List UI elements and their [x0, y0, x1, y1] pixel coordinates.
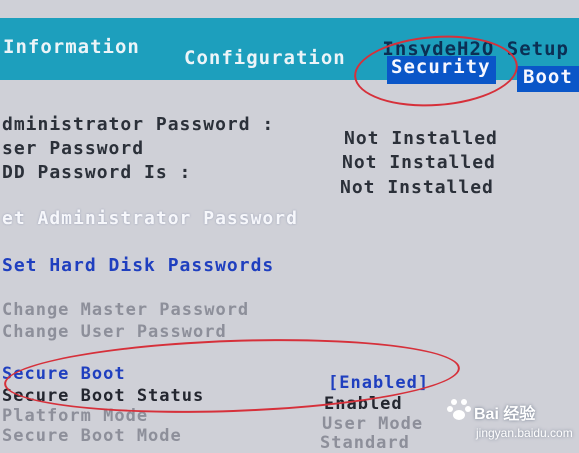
change-user-password-item: Change User Password	[2, 322, 227, 342]
secure-boot-mode-label: Secure Boot Mode	[2, 426, 182, 446]
platform-mode-value: User Mode	[322, 414, 424, 434]
admin-password-label: dministrator Password :	[2, 114, 275, 135]
user-password-label: ser Password	[2, 138, 145, 159]
hdd-password-label: DD Password Is :	[2, 162, 192, 183]
watermark-url: jingyan.baidu.com	[476, 426, 573, 440]
change-master-password-item: Change Master Password	[2, 300, 250, 320]
baidu-watermark: Bai 经验 jingyan.baidu.com	[446, 396, 576, 450]
user-password-value: Not Installed	[342, 152, 496, 173]
bios-screen: InsydeH2O Setup Information Configuratio…	[0, 0, 579, 453]
set-hdd-passwords-item[interactable]: Set Hard Disk Passwords	[2, 255, 274, 276]
tab-information[interactable]: Information	[3, 36, 140, 58]
set-admin-password-item[interactable]: et Administrator Password	[2, 208, 298, 229]
watermark-brand: Bai 经验	[474, 406, 536, 423]
admin-password-value: Not Installed	[344, 128, 498, 149]
secure-boot-mode-value: Standard	[320, 433, 410, 453]
paw-icon	[447, 399, 471, 420]
tab-configuration[interactable]: Configuration	[184, 47, 346, 69]
hdd-password-value: Not Installed	[340, 177, 494, 198]
tab-boot[interactable]: Boot	[517, 66, 579, 92]
